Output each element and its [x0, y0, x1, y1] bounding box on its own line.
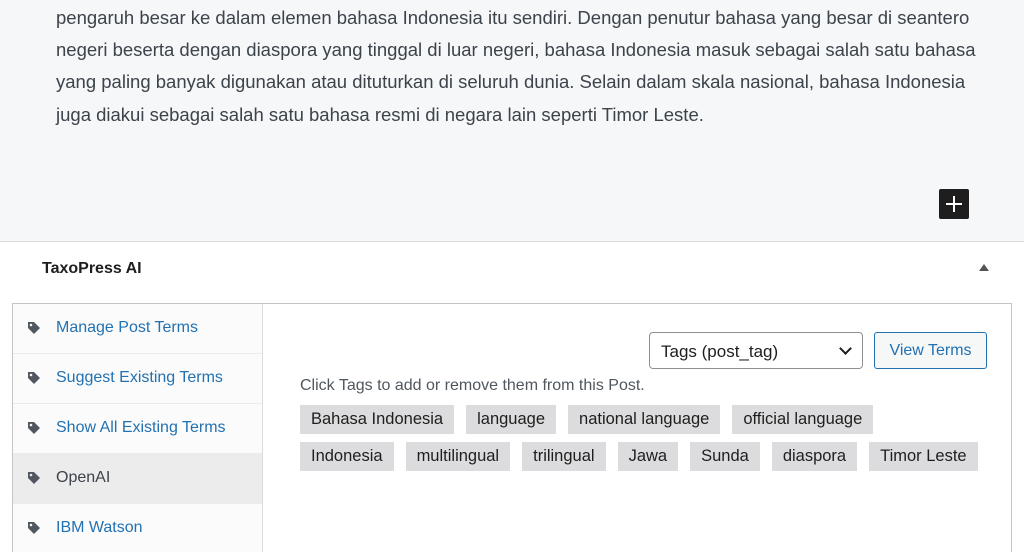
add-block-button[interactable]: [939, 189, 969, 219]
taxopress-panel-header[interactable]: TaxoPress AI: [0, 243, 1024, 297]
instruction-text: Click Tags to add or remove them from th…: [300, 377, 645, 394]
term-tag[interactable]: Sunda: [690, 442, 760, 471]
term-tag[interactable]: multilingual: [405, 442, 511, 471]
taxonomy-select-value: Tags (post_tag): [661, 342, 779, 361]
term-tag[interactable]: language: [466, 405, 557, 434]
term-tag[interactable]: Jawa: [617, 442, 679, 471]
tag-icon: [28, 522, 40, 534]
taxopress-sidebar: Manage Post Terms Suggest Existing Terms…: [13, 304, 263, 552]
paragraph-block[interactable]: pengaruh besar ke dalam elemen bahasa In…: [56, 2, 976, 131]
term-tag[interactable]: official language: [732, 405, 874, 434]
chevron-down-icon: [839, 342, 852, 355]
sidebar-item-show-all-existing-terms[interactable]: Show All Existing Terms: [13, 404, 262, 454]
term-tag[interactable]: Indonesia: [300, 442, 394, 471]
panel-title: TaxoPress AI: [42, 260, 142, 277]
terms-content: Tags (post_tag) View Terms Click Tags to…: [263, 304, 1011, 552]
term-tag[interactable]: trilingual: [522, 442, 606, 471]
collapse-arrow-icon[interactable]: [979, 264, 989, 271]
taxopress-metabox: Manage Post Terms Suggest Existing Terms…: [12, 303, 1012, 552]
term-tag[interactable]: Timor Leste: [869, 442, 978, 471]
sidebar-item-openai[interactable]: OpenAI: [13, 454, 262, 504]
taxonomy-select[interactable]: Tags (post_tag): [649, 332, 863, 369]
sidebar-item-label: Manage Post Terms: [56, 319, 198, 336]
tag-icon: [28, 372, 40, 384]
sidebar-item-label: OpenAI: [56, 469, 111, 486]
tag-icon: [28, 422, 40, 434]
term-tag[interactable]: diaspora: [771, 442, 858, 471]
sidebar-item-label: Suggest Existing Terms: [56, 369, 223, 386]
tag-icon: [28, 322, 40, 334]
terms-list: Bahasa Indonesia language national langu…: [300, 405, 990, 479]
sidebar-item-ibm-watson[interactable]: IBM Watson: [13, 504, 262, 552]
sidebar-item-manage-post-terms[interactable]: Manage Post Terms: [13, 304, 262, 354]
editor-canvas: pengaruh besar ke dalam elemen bahasa In…: [0, 0, 1024, 242]
tag-icon: [28, 472, 40, 484]
term-tag[interactable]: national language: [568, 405, 721, 434]
sidebar-item-label: IBM Watson: [56, 519, 143, 536]
term-tag[interactable]: Bahasa Indonesia: [300, 405, 455, 434]
view-terms-button[interactable]: View Terms: [874, 332, 987, 369]
sidebar-item-suggest-existing-terms[interactable]: Suggest Existing Terms: [13, 354, 262, 404]
sidebar-item-label: Show All Existing Terms: [56, 419, 226, 436]
